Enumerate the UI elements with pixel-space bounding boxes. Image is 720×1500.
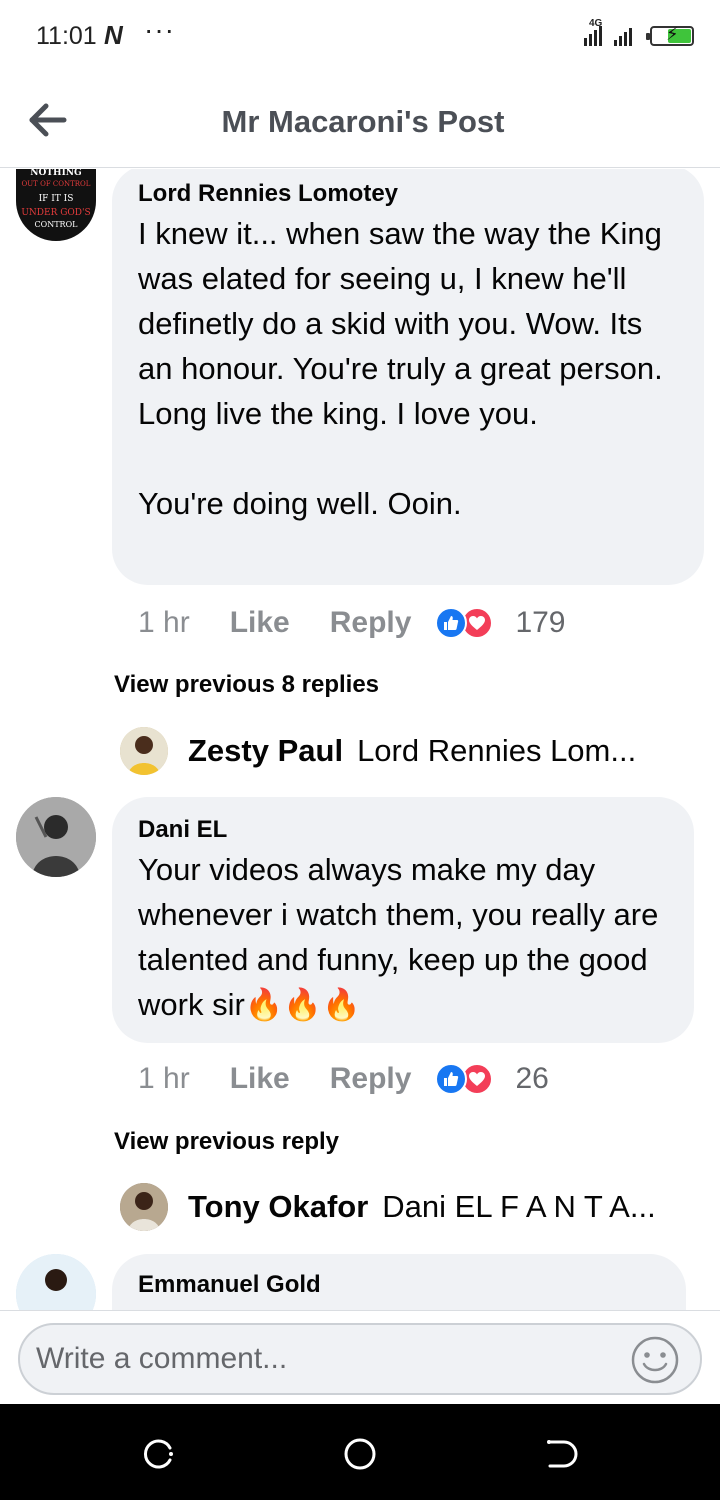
avatar-badge-line: IF IT IS [39, 194, 74, 204]
comment-text: Your videos always make my day whenever … [138, 852, 667, 1022]
like-icon [435, 1063, 468, 1095]
reaction-count[interactable]: 179 [515, 606, 565, 640]
avatar-badge-line: NOTHING [30, 169, 81, 178]
battery-icon: ⚡ [646, 24, 694, 46]
home-icon[interactable] [340, 1434, 380, 1474]
comment-author[interactable]: Emmanuel Gold [138, 1268, 662, 1302]
avatar[interactable] [120, 1183, 168, 1231]
comment-bubble[interactable]: Dani EL Your videos always make my day w… [112, 797, 694, 1043]
like-button[interactable]: Like [230, 606, 290, 640]
comment-composer [0, 1310, 720, 1404]
comment-time[interactable]: 1 hr [138, 1062, 190, 1096]
avatar-badge-line: UNDER GOD'S [21, 208, 90, 218]
avatar-badge-line: OUT OF CONTROL [22, 180, 91, 188]
like-icon [435, 607, 468, 639]
reply-snippet: Lord Rennies Lom... [357, 733, 637, 768]
comment-input[interactable] [18, 1323, 702, 1395]
comment-author[interactable]: Dani EL [138, 813, 670, 847]
back-icon[interactable] [540, 1434, 580, 1474]
comment-actions: 1 hr Like Reply 26 [138, 1057, 549, 1101]
smiley-icon[interactable] [630, 1335, 680, 1385]
reactions[interactable] [435, 1063, 494, 1095]
post-header: Mr Macaroni's Post [0, 72, 720, 168]
avatar-badge-line: CONTROL [35, 220, 79, 229]
like-button[interactable]: Like [230, 1062, 290, 1096]
reply-snippet: Dani EL F A N T A... [382, 1189, 656, 1224]
reply-preview[interactable]: Tony Okafor Dani EL F A N T A... [120, 1181, 680, 1233]
comment-bubble[interactable]: Lord Rennies Lomotey I knew it... when s… [112, 169, 704, 585]
avatar[interactable] [120, 727, 168, 775]
reply-button[interactable]: Reply [330, 1062, 412, 1096]
reply-author[interactable]: Tony Okafor [188, 1189, 368, 1225]
more-notifications-icon: ··· [144, 14, 175, 45]
comment-author[interactable]: Lord Rennies Lomotey [138, 177, 680, 211]
recents-icon[interactable] [140, 1434, 180, 1474]
reply-preview[interactable]: Zesty Paul Lord Rennies Lom... [120, 725, 680, 777]
reply-button[interactable]: Reply [330, 606, 412, 640]
status-bar: 11:01 N ··· 4G ⚡ [0, 0, 720, 72]
comment-text: I knew it... when saw the way the King w… [138, 216, 663, 521]
view-previous-replies[interactable]: View previous reply [114, 1128, 339, 1156]
comments-feed[interactable]: NOTHING OUT OF CONTROL IF IT IS UNDER GO… [0, 169, 720, 1310]
page-title: Mr Macaroni's Post [221, 104, 505, 139]
status-time: 11:01 [36, 22, 97, 50]
avatar[interactable] [16, 1254, 96, 1310]
reactions[interactable] [435, 607, 494, 639]
signal-strength-icon [584, 26, 632, 46]
view-previous-replies[interactable]: View previous 8 replies [114, 671, 379, 699]
reply-author[interactable]: Zesty Paul [188, 733, 343, 769]
reaction-count[interactable]: 26 [515, 1062, 548, 1096]
avatar[interactable]: NOTHING OUT OF CONTROL IF IT IS UNDER GO… [16, 169, 96, 241]
comment-bubble[interactable]: Emmanuel Gold [112, 1254, 686, 1310]
system-nav-bar [0, 1404, 720, 1500]
comment-time[interactable]: 1 hr [138, 606, 190, 640]
notification-icon: N [104, 20, 123, 50]
comment-actions: 1 hr Like Reply 179 [138, 601, 566, 645]
avatar[interactable] [16, 797, 96, 877]
